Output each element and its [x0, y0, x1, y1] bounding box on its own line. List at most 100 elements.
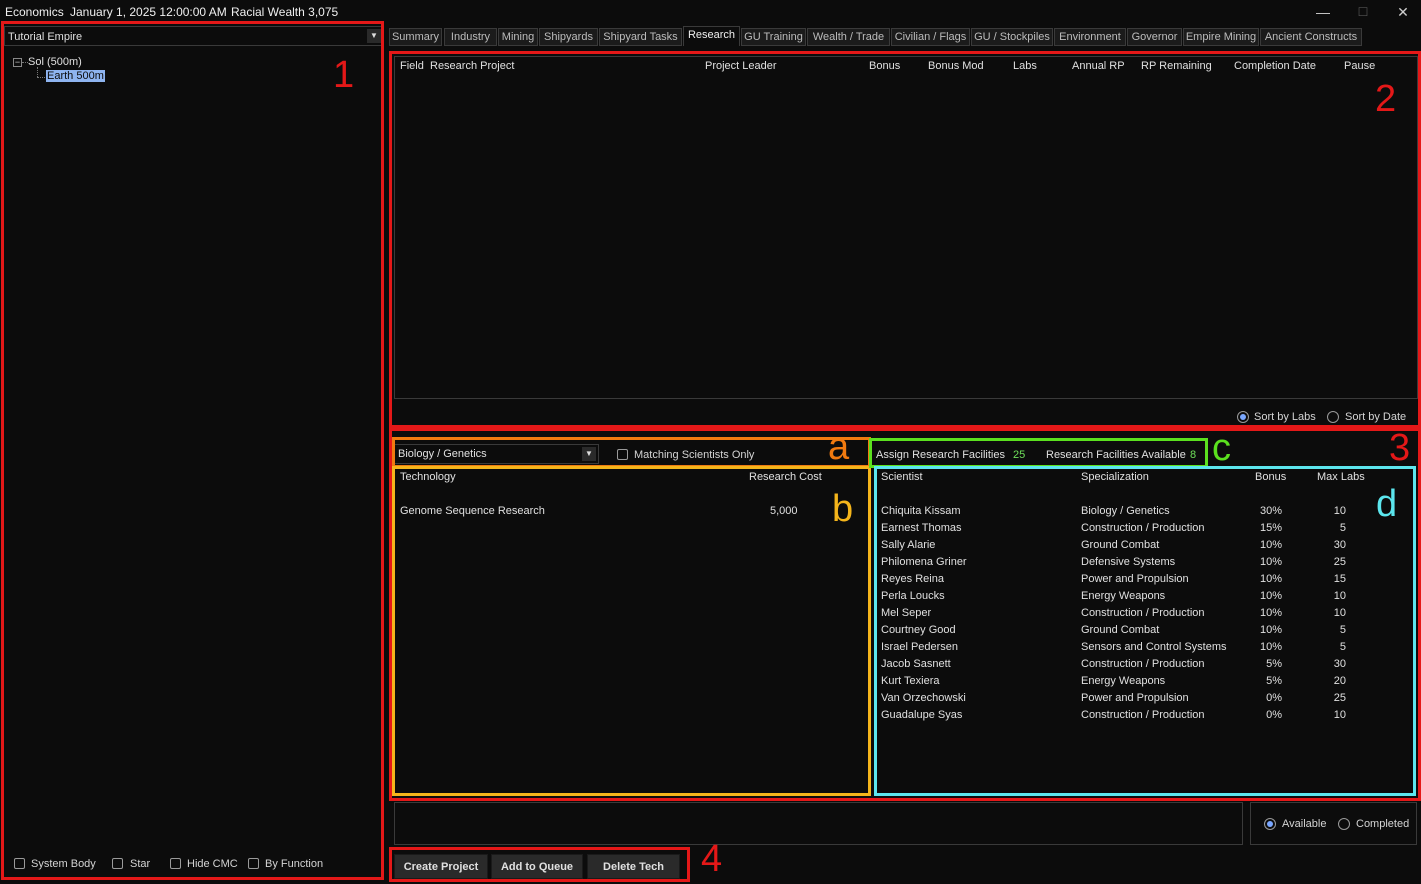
- scientist-name[interactable]: Guadalupe Syas: [881, 709, 962, 721]
- scientist-name[interactable]: Reyes Reina: [881, 573, 944, 585]
- scientist-name[interactable]: Perla Loucks: [881, 590, 945, 602]
- scientist-bonus: 5%: [1266, 675, 1282, 687]
- scientist-max-labs: 30: [1333, 658, 1346, 670]
- tree-node-earth[interactable]: Earth 500m: [46, 70, 105, 82]
- tab-research[interactable]: Research: [683, 26, 740, 46]
- collapse-icon[interactable]: −: [13, 58, 22, 67]
- annotation-label-d: d: [1376, 483, 1398, 525]
- chevron-down-icon[interactable]: ▼: [367, 29, 381, 43]
- tab-wealth-trade[interactable]: Wealth / Trade: [807, 28, 890, 46]
- hide-cmc-checkbox[interactable]: [170, 858, 181, 869]
- racial-wealth: Racial Wealth 3,075: [231, 5, 339, 19]
- col-technology[interactable]: Technology: [400, 471, 456, 483]
- tab-ancient-constructs[interactable]: Ancient Constructs: [1260, 28, 1362, 46]
- scientist-spec: Construction / Production: [1081, 522, 1205, 534]
- sort-by-labs-radio[interactable]: [1237, 411, 1249, 423]
- minimize-icon[interactable]: —: [1313, 3, 1333, 21]
- tab-empire-mining[interactable]: Empire Mining: [1183, 28, 1259, 46]
- available-radio[interactable]: [1264, 818, 1276, 830]
- annotation-label-b: b: [832, 488, 854, 530]
- scientist-spec: Construction / Production: [1081, 658, 1205, 670]
- annotation-label-3: 3: [1389, 427, 1411, 469]
- col-field[interactable]: Field: [400, 60, 424, 72]
- scientist-name[interactable]: Jacob Sasnett: [881, 658, 951, 670]
- col-research-cost[interactable]: Research Cost: [749, 471, 822, 483]
- scientist-spec: Defensive Systems: [1081, 556, 1176, 568]
- tab-shipyards[interactable]: Shipyards: [539, 28, 598, 46]
- facilities-available-label: Research Facilities Available: [1046, 449, 1186, 461]
- close-icon[interactable]: ✕: [1393, 3, 1413, 21]
- scientist-name[interactable]: Mel Seper: [881, 607, 931, 619]
- research-field-dropdown[interactable]: Biology / Genetics ▼: [394, 444, 599, 464]
- assign-facilities-value[interactable]: 25: [1013, 449, 1025, 461]
- scientist-name[interactable]: Van Orzechowski: [881, 692, 966, 704]
- scientist-spec: Power and Propulsion: [1081, 573, 1189, 585]
- create-project-button[interactable]: Create Project: [394, 854, 488, 879]
- scientist-name[interactable]: Earnest Thomas: [881, 522, 962, 534]
- scientist-bonus: 10%: [1259, 573, 1282, 585]
- tab-environment[interactable]: Environment: [1054, 28, 1126, 46]
- sort-by-date-label: Sort by Date: [1345, 411, 1407, 423]
- col-labs[interactable]: Labs: [1013, 60, 1037, 72]
- col-sci-bonus[interactable]: Bonus: [1255, 471, 1286, 483]
- completed-radio[interactable]: [1338, 818, 1350, 830]
- empire-name: Tutorial Empire: [8, 31, 83, 43]
- chevron-down-icon[interactable]: ▼: [582, 447, 596, 461]
- scientist-max-labs: 10: [1333, 505, 1346, 517]
- empire-dropdown[interactable]: Tutorial Empire ▼: [4, 26, 382, 46]
- tab-gu-stockpiles[interactable]: GU / Stockpiles: [971, 28, 1053, 46]
- tab-civilian-flags[interactable]: Civilian / Flags: [891, 28, 970, 46]
- research-projects-grid[interactable]: Field Research Project Project Leader Bo…: [394, 56, 1418, 399]
- scientist-name[interactable]: Israel Pedersen: [881, 641, 958, 653]
- scientist-bonus: 10%: [1259, 556, 1282, 568]
- col-scientist[interactable]: Scientist: [881, 471, 923, 483]
- scientist-spec: Energy Weapons: [1081, 675, 1166, 687]
- col-bonus-mod[interactable]: Bonus Mod: [928, 60, 984, 72]
- delete-tech-button[interactable]: Delete Tech: [587, 854, 680, 879]
- tree-connector: [37, 67, 38, 77]
- add-to-queue-button[interactable]: Add to Queue: [491, 854, 583, 879]
- col-annual-rp[interactable]: Annual RP: [1072, 60, 1125, 72]
- scientist-bonus: 10%: [1259, 641, 1282, 653]
- tab-gu-training[interactable]: GU Training: [741, 28, 806, 46]
- col-project-leader[interactable]: Project Leader: [705, 60, 777, 72]
- system-tree[interactable]: − Sol (500m) Earth 500m: [4, 50, 382, 840]
- tab-summary[interactable]: Summary: [389, 28, 442, 46]
- scientist-bonus: 10%: [1259, 624, 1282, 636]
- tab-governor[interactable]: Governor: [1127, 28, 1182, 46]
- scientist-name[interactable]: Courtney Good: [881, 624, 956, 636]
- scientist-spec: Energy Weapons: [1081, 590, 1166, 602]
- col-pause[interactable]: Pause: [1344, 60, 1375, 72]
- scientist-max-labs: 10: [1333, 607, 1346, 619]
- system-body-checkbox[interactable]: [14, 858, 25, 869]
- tab-shipyard-tasks[interactable]: Shipyard Tasks: [599, 28, 682, 46]
- tab-mining[interactable]: Mining: [498, 28, 538, 46]
- col-max-labs[interactable]: Max Labs: [1317, 471, 1365, 483]
- col-completion-date[interactable]: Completion Date: [1234, 60, 1316, 72]
- scientist-name[interactable]: Sally Alarie: [881, 539, 935, 551]
- col-bonus[interactable]: Bonus: [869, 60, 900, 72]
- scientist-name[interactable]: Chiquita Kissam: [881, 505, 960, 517]
- title-bar: Economics January 1, 2025 12:00:00 AM Ra…: [0, 0, 1421, 24]
- annotation-label-c: c: [1212, 427, 1231, 469]
- research-field-value: Biology / Genetics: [398, 448, 487, 460]
- star-checkbox[interactable]: [112, 858, 123, 869]
- tech-name[interactable]: Genome Sequence Research: [400, 505, 545, 517]
- col-research-project[interactable]: Research Project: [430, 60, 514, 72]
- facilities-available-value: 8: [1190, 449, 1197, 461]
- matching-scientists-checkbox[interactable]: [617, 449, 628, 460]
- scientist-max-labs: 10: [1333, 709, 1346, 721]
- system-body-label: System Body: [31, 858, 96, 870]
- sort-by-date-radio[interactable]: [1327, 411, 1339, 423]
- maximize-icon[interactable]: ☐: [1353, 3, 1373, 21]
- matching-scientists-label: Matching Scientists Only: [634, 449, 755, 461]
- by-function-checkbox[interactable]: [248, 858, 259, 869]
- col-specialization[interactable]: Specialization: [1081, 471, 1149, 483]
- scientist-name[interactable]: Kurt Texiera: [881, 675, 940, 687]
- scientist-name[interactable]: Philomena Griner: [881, 556, 967, 568]
- scientist-bonus: 10%: [1259, 590, 1282, 602]
- col-rp-remaining[interactable]: RP Remaining: [1141, 60, 1212, 72]
- tab-industry[interactable]: Industry: [444, 28, 497, 46]
- scientist-spec: Biology / Genetics: [1081, 505, 1170, 517]
- tree-connector: [37, 77, 45, 78]
